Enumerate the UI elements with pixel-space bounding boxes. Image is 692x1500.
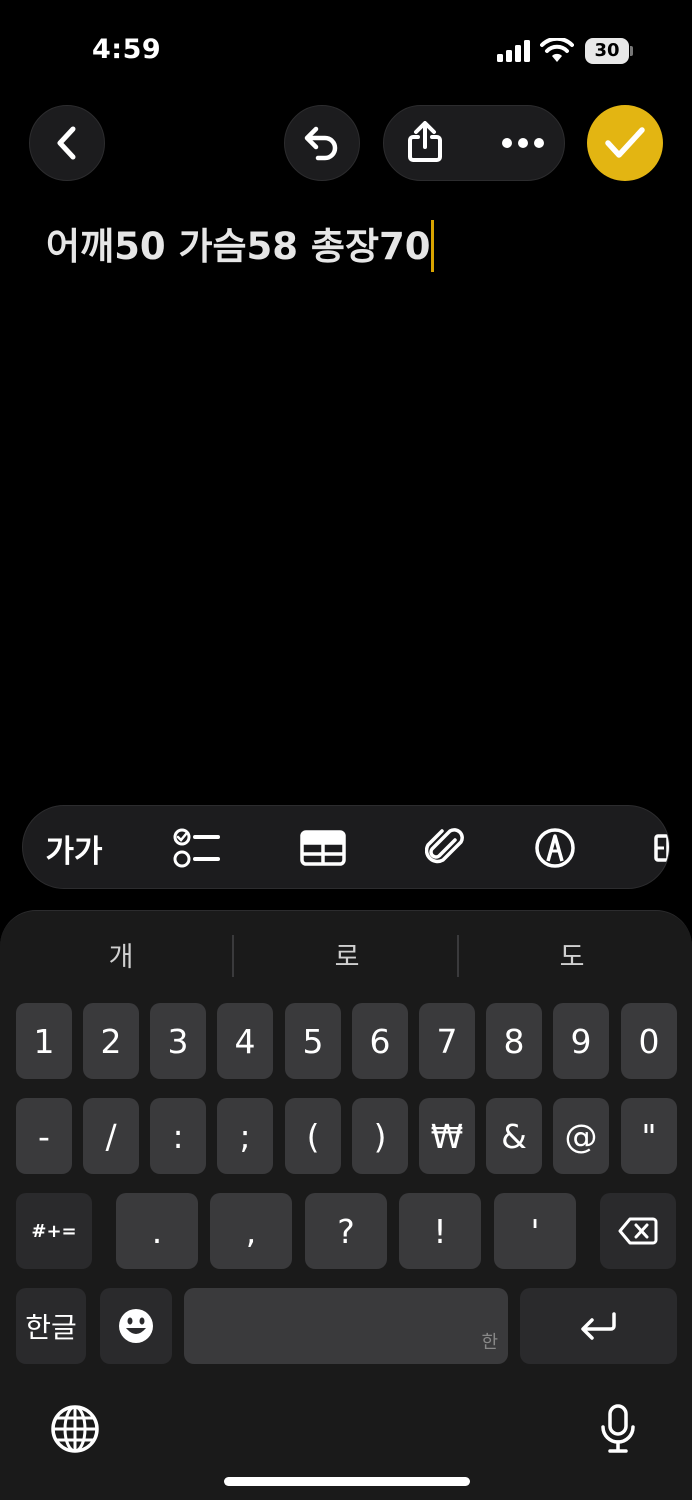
- cellular-signal-icon: [497, 40, 530, 62]
- keyboard: 개 로 도 1 2 3 4 5 6 7 8 9 0 - / : ; ( ) ₩ …: [0, 910, 692, 1500]
- table-button[interactable]: [299, 806, 347, 888]
- key-comma[interactable]: ,: [210, 1193, 292, 1269]
- delete-icon: [618, 1217, 658, 1245]
- key-ampersand[interactable]: &: [486, 1098, 542, 1174]
- undo-button[interactable]: [284, 105, 360, 181]
- key-exclamation[interactable]: !: [399, 1193, 481, 1269]
- key-0[interactable]: 0: [621, 1003, 677, 1079]
- emoji-icon: [119, 1309, 153, 1343]
- globe-icon: [51, 1405, 99, 1453]
- return-key[interactable]: [520, 1288, 677, 1364]
- battery-tip: [630, 46, 633, 56]
- key-2[interactable]: 2: [83, 1003, 139, 1079]
- status-time: 4:59: [92, 34, 162, 65]
- markup-button[interactable]: [531, 806, 579, 888]
- share-more-group: [383, 105, 565, 181]
- chevron-left-icon: [57, 126, 76, 160]
- note-body[interactable]: 어깨50 가슴58 총장70: [46, 216, 435, 275]
- key-8[interactable]: 8: [486, 1003, 542, 1079]
- key-1[interactable]: 1: [16, 1003, 72, 1079]
- toolbar-more-icon[interactable]: [647, 806, 669, 888]
- key-7[interactable]: 7: [419, 1003, 475, 1079]
- pen-circle-icon: [535, 828, 575, 868]
- key-slash[interactable]: /: [83, 1098, 139, 1174]
- key-question[interactable]: ?: [305, 1193, 387, 1269]
- microphone-button[interactable]: [590, 1401, 646, 1457]
- key-won[interactable]: ₩: [419, 1098, 475, 1174]
- globe-button[interactable]: [47, 1401, 103, 1457]
- delete-key[interactable]: [600, 1193, 676, 1269]
- key-apostrophe[interactable]: ': [494, 1193, 576, 1269]
- back-button[interactable]: [29, 105, 105, 181]
- key-colon[interactable]: :: [150, 1098, 206, 1174]
- key-open-paren[interactable]: (: [285, 1098, 341, 1174]
- battery-level: 30: [585, 38, 629, 64]
- space-hint: 한: [481, 1332, 498, 1353]
- key-9[interactable]: 9: [553, 1003, 609, 1079]
- paperclip-icon: [425, 828, 464, 864]
- key-hyphen[interactable]: -: [16, 1098, 72, 1174]
- key-close-paren[interactable]: ): [352, 1098, 408, 1174]
- text-caret: [431, 219, 435, 272]
- suggestion-1[interactable]: 개: [8, 911, 234, 997]
- note-text: 어깨50 가슴58 총장70: [46, 225, 431, 268]
- checklist-button[interactable]: [173, 806, 221, 888]
- done-button[interactable]: [587, 105, 663, 181]
- key-4[interactable]: 4: [217, 1003, 273, 1079]
- key-period[interactable]: .: [116, 1193, 198, 1269]
- key-at[interactable]: @: [553, 1098, 609, 1174]
- checklist-icon: [173, 828, 220, 868]
- return-icon: [580, 1312, 616, 1340]
- suggestion-3[interactable]: 도: [459, 911, 685, 997]
- table-icon: [300, 830, 346, 866]
- key-more-symbols[interactable]: #+=: [16, 1193, 92, 1269]
- share-icon[interactable]: [407, 121, 443, 163]
- key-5[interactable]: 5: [285, 1003, 341, 1079]
- home-indicator[interactable]: [224, 1477, 470, 1486]
- attachment-button[interactable]: [421, 806, 469, 888]
- key-quote[interactable]: ": [621, 1098, 677, 1174]
- key-6[interactable]: 6: [352, 1003, 408, 1079]
- checkmark-icon: [605, 127, 645, 158]
- emoji-key[interactable]: [100, 1288, 172, 1364]
- language-switch-key[interactable]: 한글: [16, 1288, 86, 1364]
- ellipsis-icon[interactable]: [501, 136, 545, 150]
- key-3[interactable]: 3: [150, 1003, 206, 1079]
- undo-icon: [304, 126, 338, 161]
- format-toolbar: 가가: [22, 805, 670, 889]
- mic-icon: [601, 1404, 635, 1453]
- space-key[interactable]: 한: [184, 1288, 508, 1364]
- key-semicolon[interactable]: ;: [217, 1098, 273, 1174]
- toolbar-more-icon: [654, 834, 669, 862]
- suggestion-2[interactable]: 로: [234, 911, 460, 997]
- wifi-icon: [540, 38, 574, 62]
- battery-indicator: 30: [585, 38, 633, 64]
- text-format-button[interactable]: 가가: [43, 806, 105, 888]
